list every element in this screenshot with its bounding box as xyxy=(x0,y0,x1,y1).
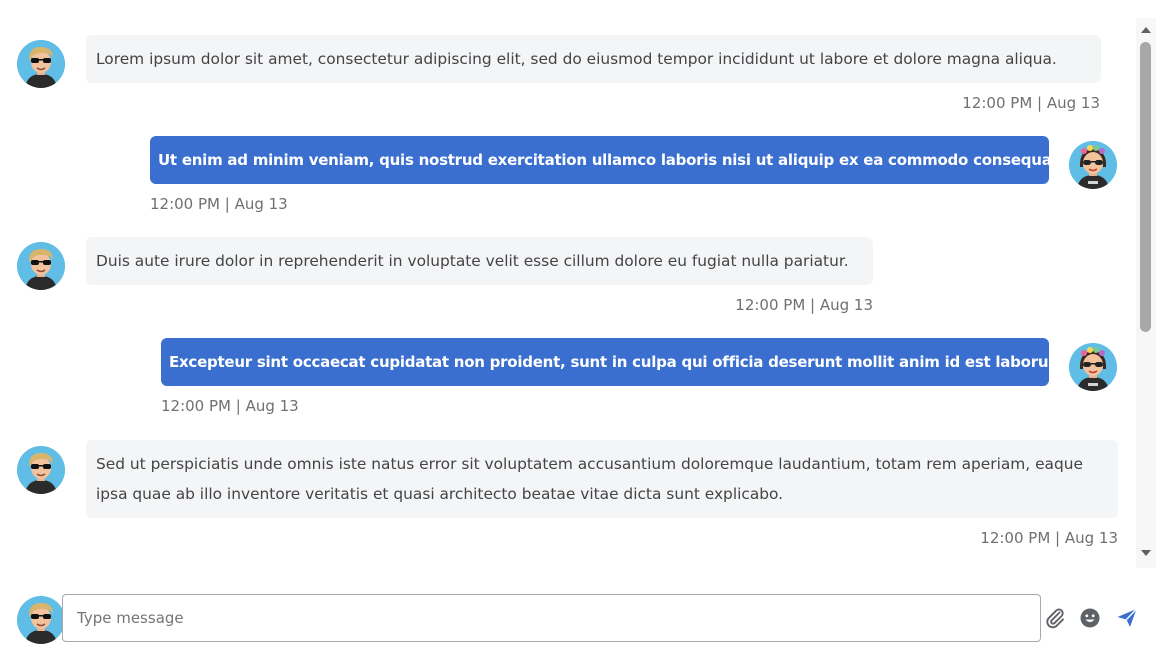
message-outgoing: Excepteur sint occaecat cupidatat non pr… xyxy=(0,320,1136,420)
smiley-icon xyxy=(1078,606,1102,630)
avatar-male xyxy=(17,446,65,494)
scroll-up-arrow-icon[interactable] xyxy=(1141,27,1151,33)
message-timestamp: 12:00 PM | Aug 13 xyxy=(150,195,288,213)
message-incoming: Duis aute irure dolor in reprehenderit i… xyxy=(0,220,1136,320)
message-outgoing: Ut enim ad minim veniam, quis nostrud ex… xyxy=(0,120,1136,220)
message-incoming: Sed ut perspiciatis unde omnis iste natu… xyxy=(0,420,1136,568)
message-text: Excepteur sint occaecat cupidatat non pr… xyxy=(169,353,1070,371)
avatar-current-user xyxy=(17,596,65,644)
avatar-female xyxy=(1069,141,1117,189)
message-incoming: Lorem ipsum dolor sit amet, consectetur … xyxy=(0,0,1136,120)
message-timestamp: 12:00 PM | Aug 13 xyxy=(161,397,299,415)
scroll-down-arrow-icon[interactable] xyxy=(1141,550,1151,556)
attach-button[interactable] xyxy=(1043,606,1067,630)
message-timestamp: 12:00 PM | Aug 13 xyxy=(980,529,1118,547)
message-bubble: Ut enim ad minim veniam, quis nostrud ex… xyxy=(150,136,1064,184)
avatar-female xyxy=(1069,343,1117,391)
message-composer xyxy=(0,580,1174,657)
paper-plane-icon xyxy=(1115,606,1139,630)
message-bubble: Duis aute irure dolor in reprehenderit i… xyxy=(86,237,873,285)
emoji-button[interactable] xyxy=(1078,606,1102,630)
avatar-male xyxy=(17,242,65,290)
chat-window: Lorem ipsum dolor sit amet, consectetur … xyxy=(0,0,1174,657)
avatar-male xyxy=(17,40,65,88)
message-list-scrollbar[interactable] xyxy=(1136,18,1156,568)
message-timestamp: 12:00 PM | Aug 13 xyxy=(735,296,873,314)
message-text: Lorem ipsum dolor sit amet, consectetur … xyxy=(96,50,1057,68)
message-bubble: Lorem ipsum dolor sit amet, consectetur … xyxy=(86,35,1101,83)
message-input[interactable] xyxy=(62,594,1041,642)
send-button[interactable] xyxy=(1115,606,1139,630)
message-text: Sed ut perspiciatis unde omnis iste natu… xyxy=(96,455,1083,503)
message-list[interactable]: Lorem ipsum dolor sit amet, consectetur … xyxy=(0,0,1136,568)
message-text: Duis aute irure dolor in reprehenderit i… xyxy=(96,252,849,270)
paperclip-icon xyxy=(1043,606,1067,630)
message-bubble: Excepteur sint occaecat cupidatat non pr… xyxy=(161,338,1069,386)
message-timestamp: 12:00 PM | Aug 13 xyxy=(962,94,1100,112)
message-bubble: Sed ut perspiciatis unde omnis iste natu… xyxy=(86,440,1118,518)
scroll-thumb[interactable] xyxy=(1140,42,1151,332)
message-text: Ut enim ad minim veniam, quis nostrud ex… xyxy=(158,151,1064,169)
